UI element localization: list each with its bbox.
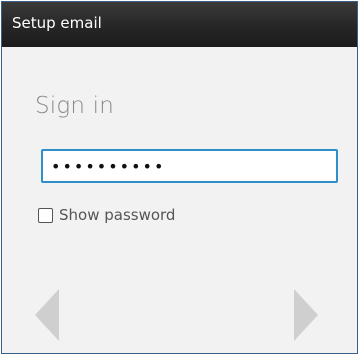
right-triangle-icon — [294, 289, 318, 341]
password-field[interactable] — [41, 149, 338, 183]
show-password-checkbox[interactable] — [38, 207, 53, 223]
show-password-toggle[interactable]: Show password — [38, 205, 175, 225]
title-bar: Setup email — [2, 2, 357, 47]
sign-in-heading: Sign in — [35, 93, 115, 119]
previous-button[interactable] — [35, 289, 59, 341]
next-button[interactable] — [294, 289, 318, 341]
window-title: Setup email — [12, 14, 102, 32]
show-password-label: Show password — [59, 206, 176, 224]
left-triangle-icon — [35, 289, 59, 341]
setup-email-window: Setup email Sign in Show password — [1, 1, 358, 354]
